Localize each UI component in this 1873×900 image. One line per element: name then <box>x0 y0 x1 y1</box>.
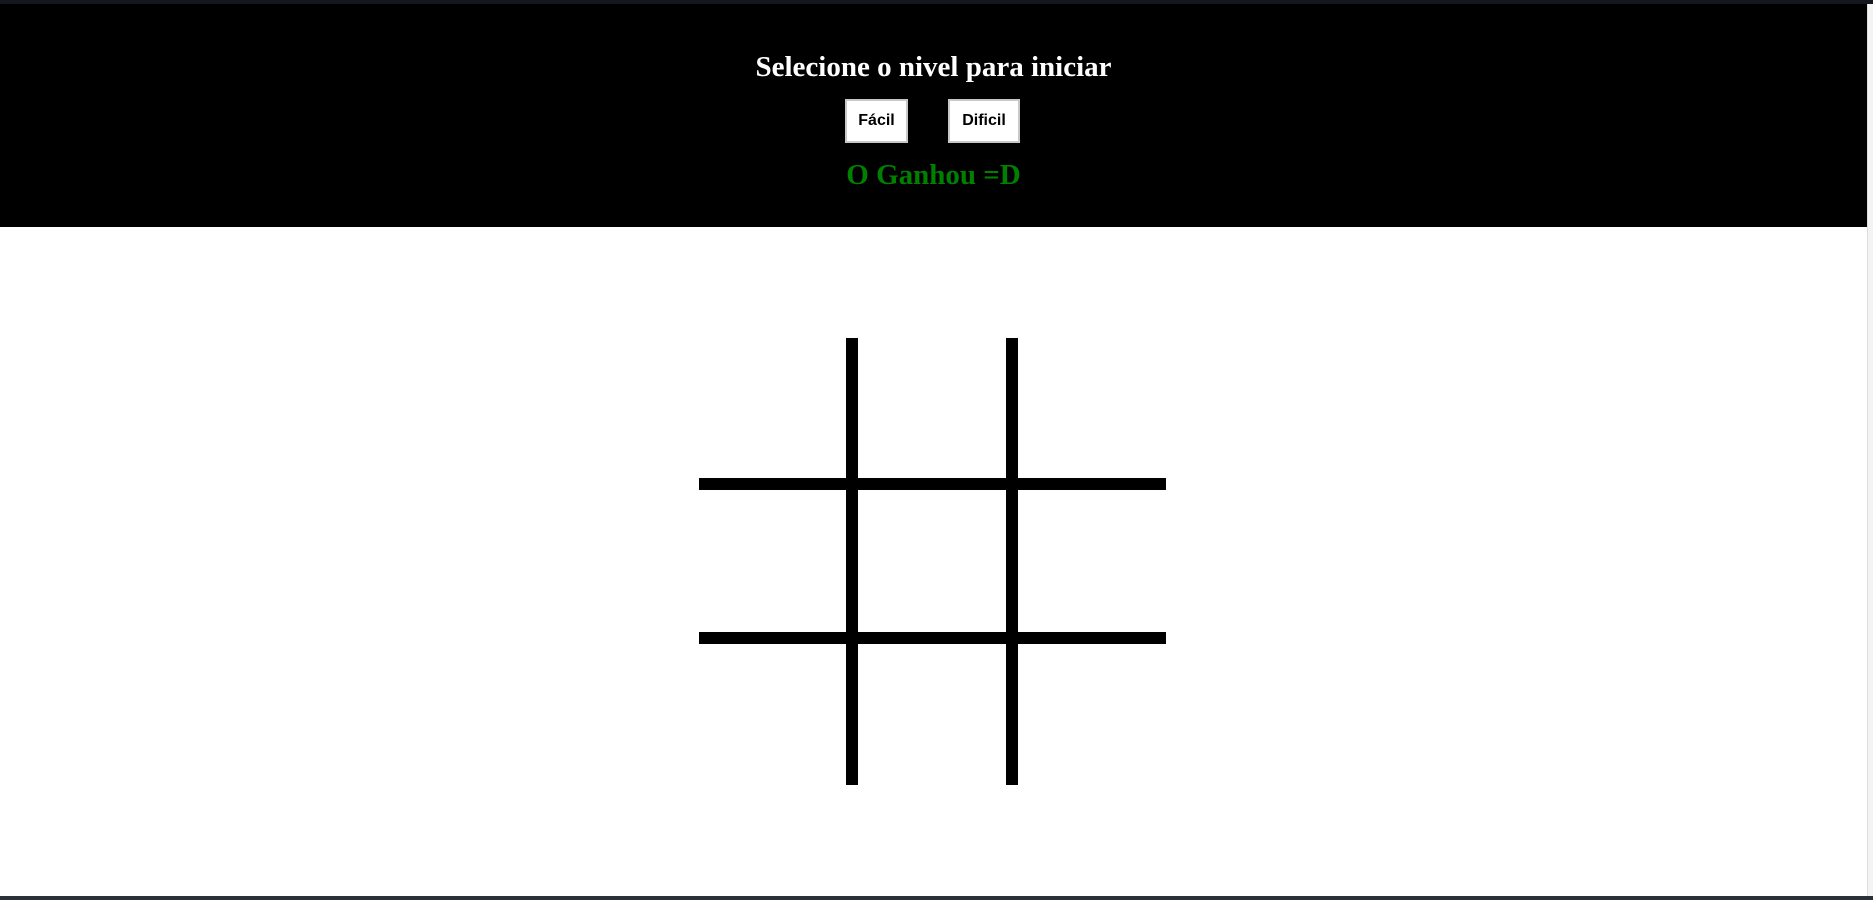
board-cell-4[interactable] <box>699 490 846 632</box>
vertical-scrollbar[interactable] <box>1867 4 1873 900</box>
board-cell-5[interactable] <box>858 490 1006 632</box>
board-horizontal-line-top <box>699 478 1166 490</box>
game-status-message: O Ganhou =D <box>846 159 1021 191</box>
board-cell-3[interactable] <box>1018 338 1166 478</box>
board-cell-9[interactable] <box>1018 644 1166 785</box>
board-cell-1[interactable] <box>699 338 846 478</box>
tic-tac-toe-board <box>699 338 1166 785</box>
board-cell-6[interactable] <box>1018 490 1166 632</box>
board-cell-7[interactable] <box>699 644 846 785</box>
board-cell-2[interactable] <box>858 338 1006 478</box>
board-horizontal-line-bottom <box>699 632 1166 644</box>
board-vertical-line-right <box>1006 338 1018 785</box>
hard-level-button[interactable]: Dificil <box>948 99 1020 143</box>
header-bar: Selecione o nivel para iniciar Fácil Dif… <box>0 4 1867 227</box>
board-vertical-line-left <box>846 338 858 785</box>
board-cell-8[interactable] <box>858 644 1006 785</box>
window-bottom-edge <box>0 896 1873 900</box>
page-title: Selecione o nivel para iniciar <box>755 51 1112 83</box>
easy-level-button[interactable]: Fácil <box>845 99 908 143</box>
